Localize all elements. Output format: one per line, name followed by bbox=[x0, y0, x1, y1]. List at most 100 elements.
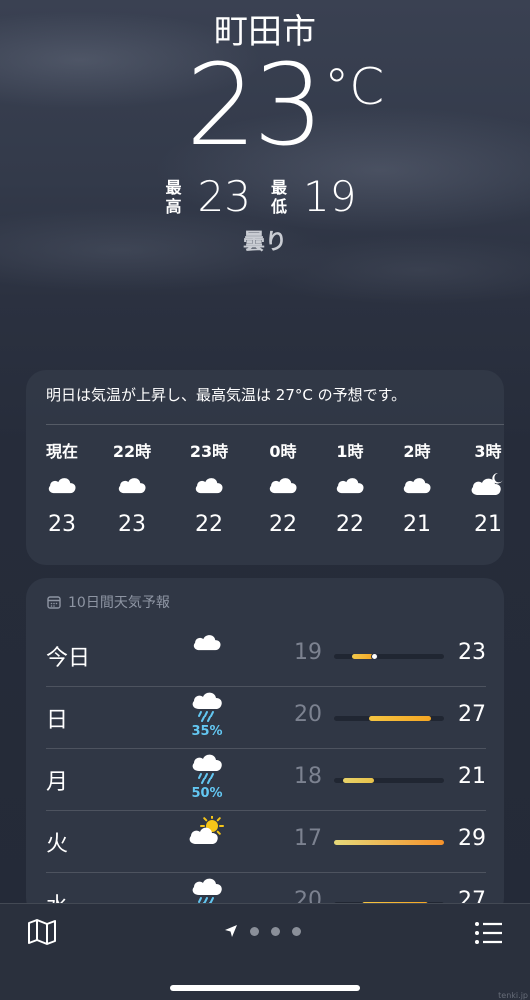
daily-row[interactable]: 今日 19 23 bbox=[46, 624, 486, 686]
day-high: 27 bbox=[458, 702, 486, 727]
high-temperature: 23 bbox=[197, 172, 251, 221]
cloud-rain-icon bbox=[192, 754, 222, 784]
daily-row[interactable]: 火 17 29 bbox=[46, 810, 486, 872]
cloud-icon bbox=[336, 478, 364, 494]
day-label: 今日 bbox=[46, 646, 91, 671]
hour-icon bbox=[320, 464, 380, 504]
cloud-icon bbox=[118, 478, 146, 494]
temp-range-bar bbox=[334, 653, 444, 660]
bottom-toolbar: tenki.jp bbox=[0, 903, 530, 1000]
ten-day-header: 10日間天気予報 bbox=[46, 592, 170, 612]
page-dot[interactable] bbox=[292, 926, 301, 936]
watermark: tenki.jp bbox=[498, 991, 528, 1000]
hour-label: 23時 bbox=[189, 442, 229, 461]
current-temperature: 23°C bbox=[0, 50, 530, 162]
hourly-item: 3時 21 bbox=[458, 438, 504, 537]
low-label-char-2: 低 bbox=[271, 196, 288, 216]
day-weather bbox=[182, 630, 232, 656]
hour-label: 現在 bbox=[45, 442, 78, 461]
day-low: 17 bbox=[294, 826, 322, 851]
page-dot[interactable] bbox=[250, 926, 259, 936]
high-label-char-2: 高 bbox=[165, 196, 182, 216]
location-arrow-icon[interactable] bbox=[224, 924, 238, 938]
low-label-char-1: 最 bbox=[271, 177, 288, 197]
day-weather: 35% bbox=[182, 692, 232, 739]
hour-temperature: 23 bbox=[48, 512, 76, 537]
hourly-item: 22時 23 bbox=[102, 438, 162, 537]
hour-label: 1時 bbox=[336, 442, 364, 461]
hour-temperature: 22 bbox=[336, 512, 364, 537]
home-indicator[interactable] bbox=[170, 985, 360, 991]
temperature-unit: °C bbox=[324, 58, 385, 116]
list-icon[interactable] bbox=[474, 920, 504, 946]
ten-day-forecast-card[interactable]: 10日間天気予報 今日1923日35%2027月50%1821火1729水202… bbox=[26, 578, 504, 918]
current-temp-dot bbox=[370, 653, 378, 660]
hour-temperature: 23 bbox=[118, 512, 146, 537]
hour-icon bbox=[102, 464, 162, 504]
hour-icon bbox=[387, 464, 447, 504]
row-divider bbox=[46, 872, 486, 873]
daily-row[interactable]: 日 35% 20 27 bbox=[46, 686, 486, 748]
high-low: 最 高 23 最 低 19 bbox=[0, 172, 530, 221]
day-label: 月 bbox=[46, 770, 69, 795]
hourly-item: 0時 22 bbox=[253, 438, 313, 537]
calendar-icon bbox=[47, 596, 61, 609]
cloud-icon bbox=[269, 478, 297, 494]
page-indicator[interactable] bbox=[224, 924, 301, 938]
cloud-rain-icon bbox=[192, 692, 222, 722]
hourly-item: 1時 22 bbox=[320, 438, 380, 537]
low-label: 最 低 bbox=[271, 178, 287, 216]
hour-label: 3時 bbox=[474, 442, 502, 461]
row-divider bbox=[46, 748, 486, 749]
cloud-moon-icon bbox=[471, 473, 503, 495]
divider bbox=[46, 424, 504, 425]
hourly-item: 2時 21 bbox=[387, 438, 447, 537]
high-label: 最 高 bbox=[166, 178, 182, 216]
day-low: 20 bbox=[294, 702, 322, 727]
ten-day-title: 10日間天気予報 bbox=[68, 595, 170, 611]
temp-range-fill bbox=[369, 716, 431, 721]
day-label: 日 bbox=[46, 708, 69, 733]
temp-range-bar bbox=[334, 840, 444, 845]
precip-chance: 50% bbox=[191, 786, 223, 801]
cloud-icon bbox=[48, 478, 76, 494]
forecast-summary: 明日は気温が上昇し、最高気温は 27°C の予想です。 bbox=[46, 386, 407, 404]
day-low: 19 bbox=[294, 640, 322, 665]
hourly-list[interactable]: 現在 23 22時 23 23時 22 0時 22 1時 22 2時 21 3時 21 bbox=[26, 438, 504, 558]
row-divider bbox=[46, 810, 486, 811]
cloud-icon bbox=[195, 478, 223, 494]
temperature-value: 23 bbox=[185, 41, 325, 171]
cloud-icon bbox=[193, 635, 221, 651]
hour-temperature: 21 bbox=[474, 512, 502, 537]
map-icon[interactable] bbox=[27, 918, 57, 946]
day-low: 18 bbox=[294, 764, 322, 789]
hourly-forecast-card[interactable]: 明日は気温が上昇し、最高気温は 27°C の予想です。 現在 23 22時 23 23時… bbox=[26, 370, 504, 565]
hour-label: 22時 bbox=[112, 442, 152, 461]
row-divider bbox=[46, 686, 486, 687]
daily-row[interactable]: 月 50% 18 21 bbox=[46, 748, 486, 810]
temp-range-bar bbox=[334, 778, 444, 783]
cloud-icon bbox=[403, 478, 431, 494]
hour-icon bbox=[32, 464, 92, 504]
hour-icon bbox=[179, 464, 239, 504]
hour-label: 2時 bbox=[403, 442, 431, 461]
day-weather: 50% bbox=[182, 754, 232, 801]
condition-text: 曇り bbox=[242, 230, 287, 255]
temp-range-fill bbox=[334, 840, 444, 845]
temp-range-bar bbox=[334, 716, 444, 721]
hour-temperature: 21 bbox=[403, 512, 431, 537]
hour-icon bbox=[253, 464, 313, 504]
page-dot[interactable] bbox=[271, 926, 280, 936]
hour-label: 0時 bbox=[269, 442, 297, 461]
temp-range-fill bbox=[342, 778, 374, 783]
day-high: 23 bbox=[458, 640, 486, 665]
hourly-item: 現在 23 bbox=[32, 438, 92, 537]
day-high: 29 bbox=[458, 826, 486, 851]
cloud-sun-icon bbox=[189, 814, 224, 844]
day-high: 21 bbox=[458, 764, 486, 789]
low-temperature: 19 bbox=[303, 172, 357, 221]
hour-icon bbox=[458, 464, 504, 504]
hour-temperature: 22 bbox=[195, 512, 223, 537]
day-weather bbox=[182, 814, 232, 850]
precip-chance: 35% bbox=[191, 724, 223, 739]
